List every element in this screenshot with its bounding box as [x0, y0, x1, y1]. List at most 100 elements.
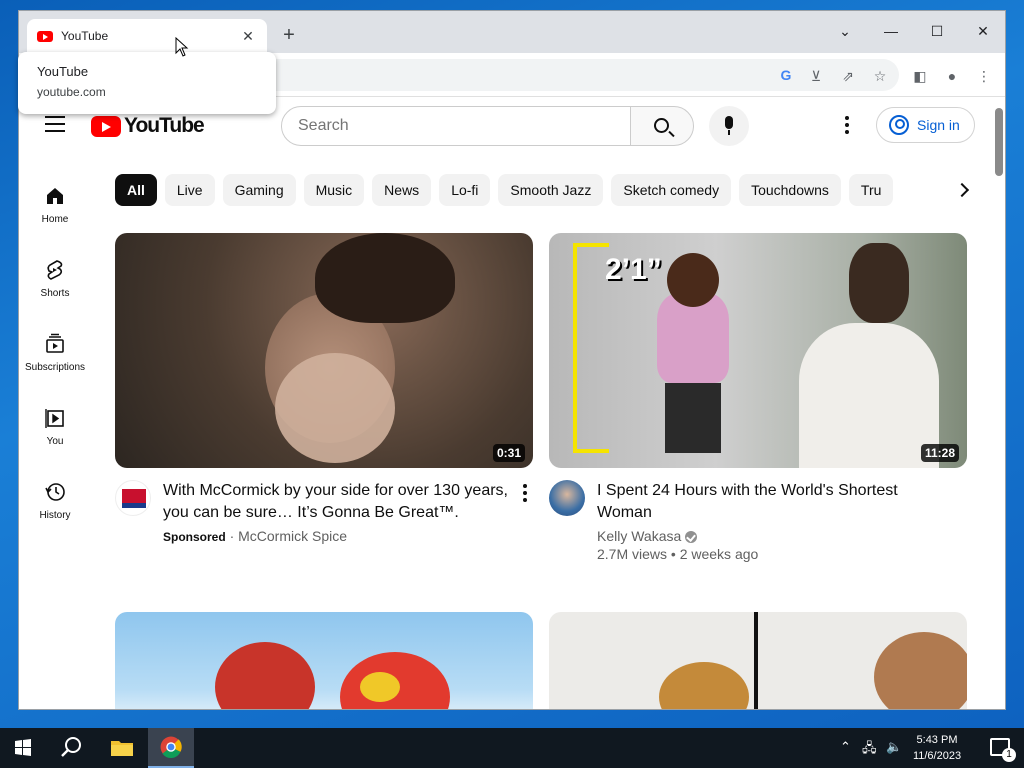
video-options-icon[interactable] — [523, 484, 527, 505]
video-card-mccormick[interactable]: 0:31 With McCormick by your side for ove… — [115, 233, 533, 544]
notification-count-badge: 1 — [1002, 748, 1016, 762]
tab-title: YouTube — [61, 29, 109, 43]
category-chips: All Live Gaming Music News Lo-fi Smooth Jazz Sk… — [115, 174, 895, 206]
sidebar-label-home: Home — [41, 214, 69, 225]
history-icon — [45, 483, 65, 501]
chip-live[interactable]: Live — [164, 174, 215, 206]
video-title[interactable]: I Spent 24 Hours with the World's Shorte… — [597, 480, 947, 524]
mouse-cursor-icon — [175, 37, 189, 57]
tooltip-url: youtube.com — [37, 85, 106, 99]
sign-in-label: Sign in — [917, 117, 960, 133]
verified-badge-icon — [685, 531, 698, 544]
thumbnail-height-label: 2’1” — [605, 253, 662, 286]
google-lens-icon[interactable]: G — [775, 64, 797, 86]
sidebar-label-history: History — [39, 510, 71, 521]
video-channel-line: Sponsored · McCormick Spice — [163, 528, 533, 544]
channel-avatar[interactable] — [115, 480, 151, 516]
sign-in-button[interactable]: Sign in — [876, 107, 975, 143]
chip-music[interactable]: Music — [303, 174, 365, 206]
taskbar-search-icon[interactable] — [48, 728, 94, 768]
sidebar-label-subscriptions: Subscriptions — [24, 362, 86, 373]
shorts-icon — [47, 260, 63, 280]
video-thumbnail-row2-left[interactable] — [115, 612, 533, 709]
volume-muted-icon[interactable]: 🔈 — [886, 739, 902, 755]
mccormick-logo-icon — [122, 489, 146, 508]
sidebar-item-home[interactable]: Home — [19, 170, 91, 244]
video-meta: With McCormick by your side for over 130… — [115, 480, 533, 544]
video-thumbnail-row2-right[interactable] — [549, 612, 967, 709]
youtube-logo[interactable]: YouTube — [91, 114, 205, 138]
search-icon — [654, 118, 669, 133]
maximize-button[interactable]: ☐ — [917, 17, 957, 45]
new-tab-button[interactable]: + — [277, 23, 301, 47]
windows-taskbar: ⌃ 🖧 🔈 5:43 PM 11/6/2023 1 — [0, 728, 1024, 768]
tab-search-icon[interactable]: ⌄ — [825, 17, 865, 45]
chip-smooth-jazz[interactable]: Smooth Jazz — [498, 174, 604, 206]
microphone-icon — [725, 116, 733, 129]
account-icon — [889, 115, 909, 135]
chip-news[interactable]: News — [372, 174, 432, 206]
you-icon — [45, 409, 64, 428]
browser-window: YouTube ✕ + ⌄ — ☐ ✕ G ⊻ ⇗ ☆ ◧ ● ⋮ YouTub… — [18, 10, 1006, 710]
tooltip-title: YouTube — [37, 64, 89, 79]
video-thumbnail[interactable]: 2’1” 11:28 — [549, 233, 967, 468]
youtube-page: YouTube Sign in AllLiveGamingMusicNewsLo… — [19, 98, 1005, 709]
tab-strip: YouTube ✕ + ⌄ — ☐ ✕ — [19, 11, 1005, 53]
windows-start-icon[interactable] — [0, 728, 46, 768]
youtube-favicon-icon — [37, 30, 53, 42]
chip-gaming[interactable]: Gaming — [222, 174, 296, 206]
video-meta: I Spent 24 Hours with the World's Shorte… — [549, 480, 967, 562]
subscriptions-icon — [46, 333, 64, 353]
chip-truncated[interactable]: Tru — [848, 174, 894, 206]
chip-all[interactable]: All — [115, 174, 157, 206]
separator-dot: · — [229, 528, 239, 544]
youtube-logo-icon — [91, 115, 121, 137]
guide-sidebar: Home Shorts Subscriptions You History — [19, 170, 91, 540]
hamburger-menu-icon[interactable] — [45, 116, 65, 132]
sidebar-item-history[interactable]: History — [19, 466, 91, 540]
settings-menu-icon[interactable] — [845, 116, 849, 137]
tab-hover-tooltip: YouTube youtube.com — [18, 52, 276, 114]
search-input[interactable] — [281, 106, 631, 146]
sidebar-item-subscriptions[interactable]: Subscriptions — [19, 318, 91, 392]
bookmark-star-icon[interactable]: ☆ — [869, 65, 891, 87]
voice-search-button[interactable] — [709, 106, 749, 146]
video-stats: 2.7M views • 2 weeks ago — [597, 546, 759, 562]
video-duration-badge: 0:31 — [492, 444, 525, 462]
page-scrollbar[interactable] — [995, 108, 1003, 176]
channel-name[interactable]: McCormick Spice — [238, 528, 347, 544]
tray-chevron-icon[interactable]: ⌃ — [840, 739, 851, 755]
video-title[interactable]: With McCormick by your side for over 130… — [163, 480, 513, 524]
close-window-button[interactable]: ✕ — [963, 17, 1003, 45]
tab-youtube[interactable]: YouTube ✕ — [27, 19, 267, 53]
side-panel-icon[interactable]: ◧ — [909, 65, 931, 87]
channel-avatar[interactable] — [549, 480, 585, 516]
video-channel-line: Kelly Wakasa — [597, 528, 967, 544]
network-icon[interactable]: 🖧 — [862, 739, 877, 761]
video-thumbnail[interactable]: 0:31 — [115, 233, 533, 468]
sidebar-item-shorts[interactable]: Shorts — [19, 244, 91, 318]
sidebar-label-shorts: Shorts — [40, 288, 70, 299]
share-icon[interactable]: ⇗ — [837, 65, 859, 87]
channel-name[interactable]: Kelly Wakasa — [597, 528, 681, 544]
video-duration-badge: 11:28 — [920, 444, 959, 462]
search-button[interactable] — [630, 106, 694, 146]
tab-close-icon[interactable]: ✕ — [239, 28, 257, 45]
home-icon — [47, 188, 63, 204]
chip-touchdowns[interactable]: Touchdowns — [739, 174, 841, 206]
youtube-logo-text: YouTube — [124, 114, 205, 137]
profile-icon[interactable]: ● — [941, 65, 963, 87]
taskbar-clock[interactable]: 5:43 PM 11/6/2023 — [902, 732, 972, 764]
video-card-shortest-woman[interactable]: 2’1” 11:28 I Spent 24 Hours with the Wor… — [549, 233, 967, 562]
minimize-button[interactable]: — — [871, 17, 911, 45]
file-explorer-icon[interactable] — [99, 728, 145, 768]
install-app-icon[interactable]: ⊻ — [805, 65, 827, 87]
chips-next-arrow-icon[interactable] — [951, 178, 975, 202]
chip-lofi[interactable]: Lo-fi — [439, 174, 491, 206]
sidebar-label-you: You — [46, 436, 64, 447]
clock-time: 5:43 PM — [916, 734, 958, 746]
sidebar-item-you[interactable]: You — [19, 392, 91, 466]
browser-menu-icon[interactable]: ⋮ — [973, 65, 995, 87]
chrome-taskbar-icon[interactable] — [148, 728, 194, 768]
chip-sketch-comedy[interactable]: Sketch comedy — [611, 174, 732, 206]
